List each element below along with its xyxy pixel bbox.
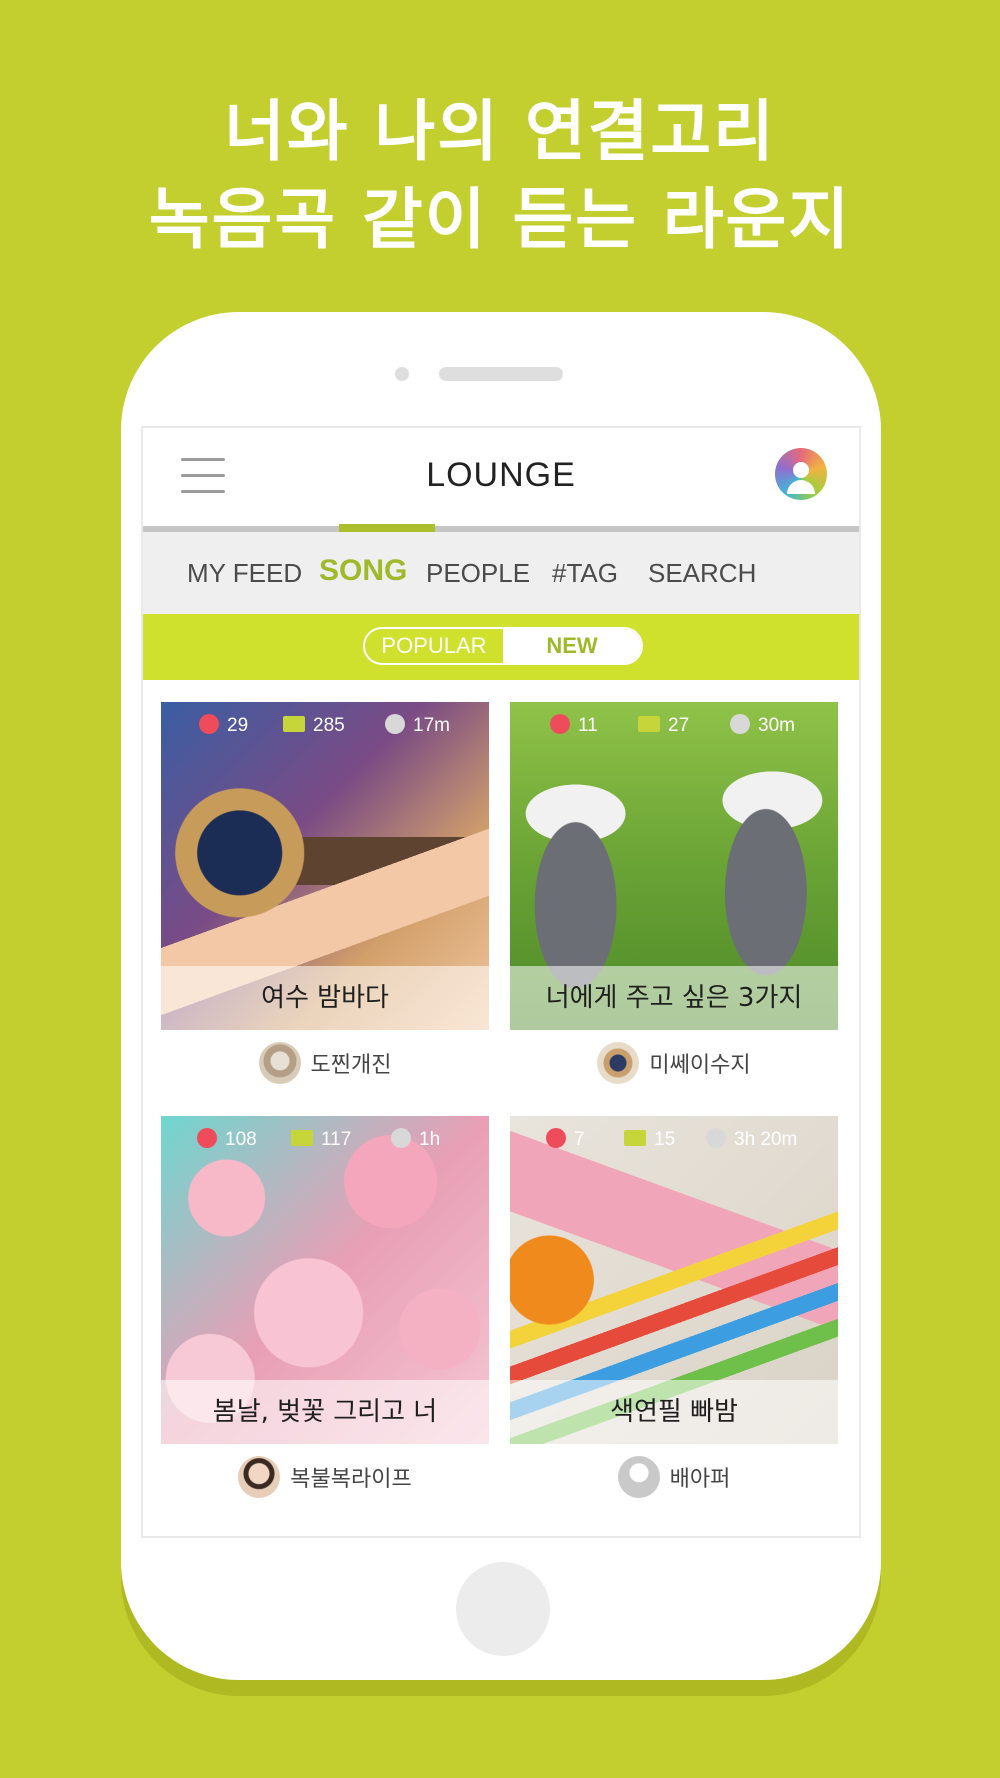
sort-new-button[interactable]: NEW <box>503 629 641 663</box>
tab-tag[interactable]: #TAG <box>552 558 618 589</box>
default-avatar-icon[interactable] <box>617 1456 660 1498</box>
clock-icon <box>706 1127 726 1148</box>
clock-icon <box>385 713 405 734</box>
sort-popular-button[interactable]: POPULAR <box>365 629 503 663</box>
time-ago: 1h <box>391 1127 440 1152</box>
card-author[interactable]: 복불복라이프 <box>161 1456 489 1500</box>
author-name[interactable]: 도찐개진 <box>311 1047 392 1079</box>
clock-icon <box>391 1127 411 1148</box>
headline-line-1: 너와 나의 연결고리 <box>224 93 776 170</box>
time-ago: 30m <box>730 713 795 738</box>
profile-icon[interactable] <box>775 448 827 500</box>
comment-icon <box>638 715 660 732</box>
tab-bar: MY FEED SONG PEOPLE #TAG SEARCH <box>143 532 859 614</box>
smile-icon <box>197 1127 217 1148</box>
tab-people[interactable]: PEOPLE <box>426 558 530 589</box>
headline-line-2: 녹음곡 같이 듣는 라운지 <box>148 181 852 258</box>
app-screen: LOUNGE MY FEED SONG PEOPLE #TAG SEARCH P… <box>141 426 861 1538</box>
home-button[interactable] <box>456 1562 550 1656</box>
phone-frame: LOUNGE MY FEED SONG PEOPLE #TAG SEARCH P… <box>121 312 881 1680</box>
card-stats: 29 285 17m <box>161 713 489 742</box>
card-stats: 108 117 1h <box>161 1127 489 1156</box>
smile-icon <box>550 713 570 734</box>
like-count: 108 <box>197 1127 257 1152</box>
like-count: 29 <box>199 713 248 738</box>
comment-count: 117 <box>291 1128 351 1152</box>
song-thumbnail[interactable]: 29 285 17m 여수 밤바다 <box>161 702 489 1030</box>
card-author[interactable]: 미쎄이수지 <box>510 1042 838 1086</box>
sort-toggle: POPULAR NEW <box>363 627 643 665</box>
card-author[interactable]: 도찐개진 <box>161 1042 489 1086</box>
comment-icon <box>624 1129 646 1146</box>
active-tab-indicator <box>339 524 435 532</box>
song-title: 너에게 주고 싶은 3가지 <box>510 966 838 1030</box>
author-name[interactable]: 복불복라이프 <box>290 1461 411 1493</box>
comment-icon <box>283 715 305 732</box>
clock-icon <box>730 713 750 734</box>
tab-my-feed[interactable]: MY FEED <box>187 558 302 589</box>
earpiece-speaker <box>439 367 563 381</box>
author-avatar[interactable] <box>258 1042 301 1084</box>
card-author[interactable]: 배아퍼 <box>510 1456 838 1500</box>
tab-search[interactable]: SEARCH <box>648 558 756 589</box>
comment-icon <box>291 1129 313 1146</box>
author-avatar[interactable] <box>597 1042 640 1084</box>
author-name[interactable]: 배아퍼 <box>670 1461 731 1493</box>
author-avatar[interactable] <box>238 1456 281 1498</box>
comment-count: 27 <box>638 714 689 738</box>
card-stats: 11 27 30m <box>510 713 838 742</box>
app-bar: LOUNGE <box>143 428 859 526</box>
comment-count: 15 <box>624 1128 675 1152</box>
time-ago: 17m <box>385 713 450 738</box>
like-count: 11 <box>550 713 598 738</box>
song-thumbnail[interactable]: 7 15 3h 20m 색연필 빠밤 <box>510 1116 838 1444</box>
smile-icon <box>199 713 219 734</box>
app-title: LOUNGE <box>426 456 576 494</box>
smile-icon <box>546 1127 566 1148</box>
sort-bar: POPULAR NEW <box>143 614 859 680</box>
author-name[interactable]: 미쎄이수지 <box>649 1047 750 1079</box>
time-ago: 3h 20m <box>706 1127 797 1152</box>
tab-song[interactable]: SONG <box>319 554 407 588</box>
song-thumbnail[interactable]: 11 27 30m 너에게 주고 싶은 3가지 <box>510 702 838 1030</box>
promo-headline: 너와 나의 연결고리 녹음곡 같이 듣는 라운지 <box>0 88 1000 264</box>
comment-count: 285 <box>283 714 345 738</box>
song-thumbnail[interactable]: 108 117 1h 봄날, 벚꽃 그리고 너 <box>161 1116 489 1444</box>
card-stats: 7 15 3h 20m <box>510 1127 838 1156</box>
song-title: 여수 밤바다 <box>161 966 489 1030</box>
song-title: 색연필 빠밤 <box>510 1380 838 1444</box>
song-title: 봄날, 벚꽃 그리고 너 <box>161 1380 489 1444</box>
like-count: 7 <box>546 1127 585 1152</box>
front-camera <box>395 367 409 381</box>
